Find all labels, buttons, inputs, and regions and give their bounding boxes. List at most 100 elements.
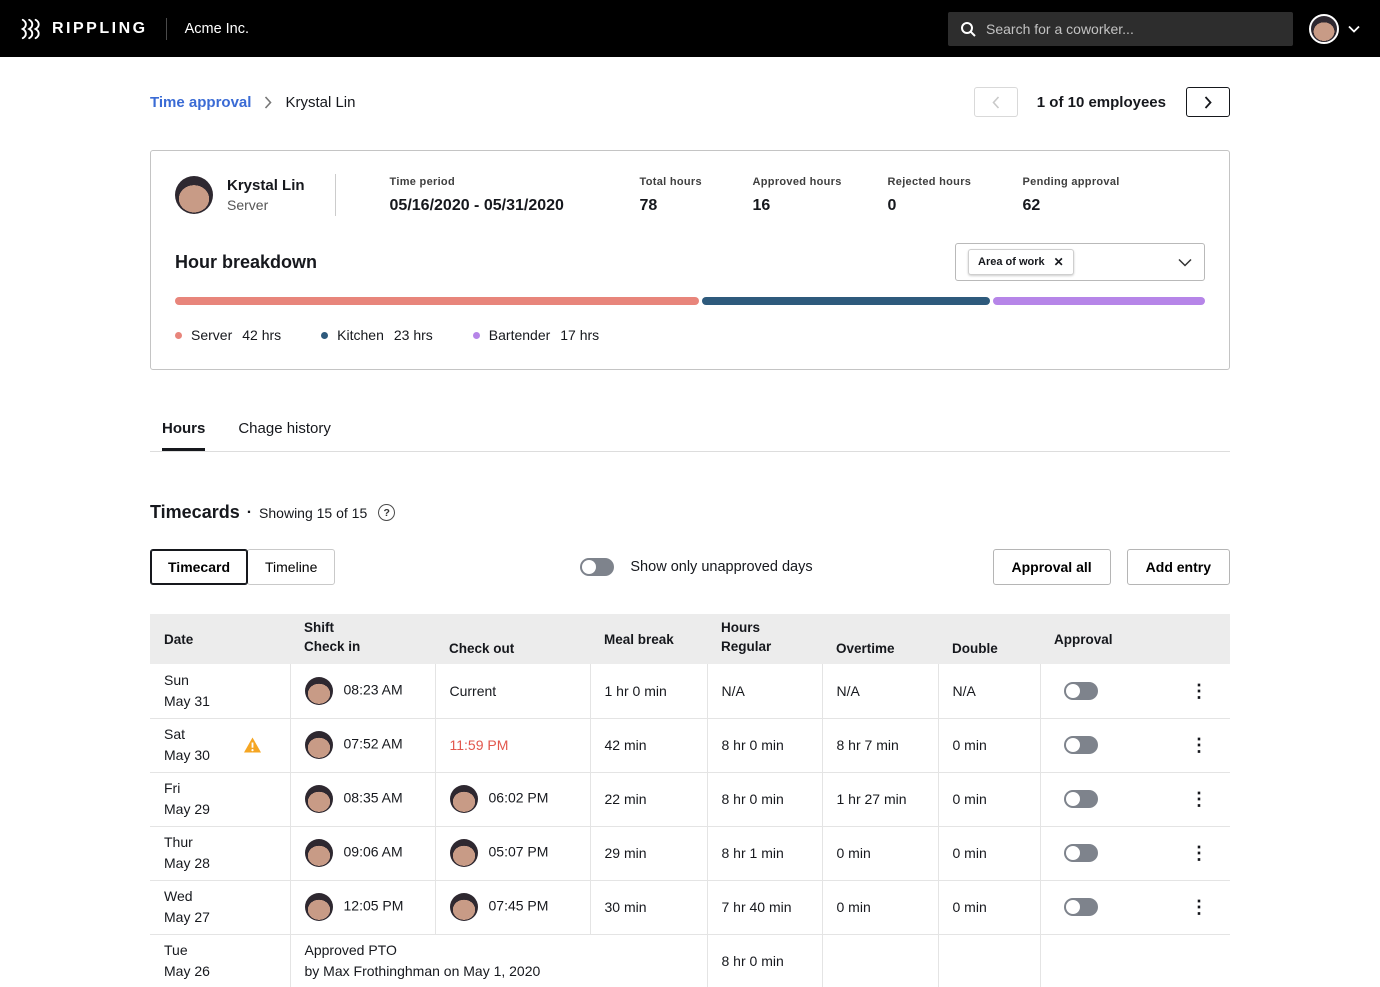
tab-bar: Hours Chage history [150,420,1230,452]
add-entry-button[interactable]: Add entry [1127,549,1230,585]
double-cell: 0 min [938,772,1040,826]
brand: RIPPLING [20,18,148,40]
overtime-cell: 0 min [822,826,938,880]
chevron-down-icon[interactable] [1178,258,1192,267]
meal-break-cell: 30 min [590,880,707,934]
prev-employee-button[interactable] [974,87,1018,117]
user-avatar[interactable] [1309,14,1339,44]
unapproved-days-toggle[interactable] [580,558,614,576]
timecards-showing: Showing 15 of 15 [259,505,367,521]
approval-toggle[interactable] [1064,682,1098,700]
approval-cell [1040,934,1230,987]
regular-hours-cell: 8 hr 1 min [707,826,822,880]
header-hours-regular: Hours Regular [707,614,822,664]
employee-pager: 1 of 10 employees [974,87,1230,117]
topbar-divider [166,18,167,40]
breadcrumb-link-time-approval[interactable]: Time approval [150,94,251,111]
header-overtime: Overtime [822,614,938,664]
employee-avatar [175,176,213,214]
close-icon[interactable]: ✕ [1054,256,1064,268]
check-in-cell: 08:35 AM [290,772,435,826]
avatar [450,839,478,867]
stat-rejected-hours: Rejected hours 0 [888,176,1023,215]
kebab-menu-icon[interactable]: ⋮ [1190,898,1208,916]
profile-row: Krystal Lin Server Time period 05/16/202… [175,171,1205,219]
tab-hours[interactable]: Hours [162,420,205,451]
company-name: Acme Inc. [185,21,249,37]
check-out-cell: Current [435,664,590,718]
date-cell: Thur May 28 [150,826,290,880]
summary-stats: Time period 05/16/2020 - 05/31/2020 Tota… [390,176,1205,215]
next-employee-button[interactable] [1186,87,1230,117]
kebab-menu-icon[interactable]: ⋮ [1190,682,1208,700]
bar-legend: Server 42 hrs Kitchen 23 hrs Bartender 1… [175,327,1205,343]
warning-icon[interactable] [243,737,262,754]
double-cell: 0 min [938,880,1040,934]
date-cell: Fri May 29 [150,772,290,826]
regular-hours-cell: 7 hr 40 min [707,880,822,934]
legend-item-bartender: Bartender 17 hrs [473,327,599,343]
timecards-controls: Timecard Timeline Show only unapproved d… [150,549,1230,585]
table-row: Sat May 30 07:52 AM 11:59 PM 42 min 8 hr… [150,718,1230,772]
help-icon[interactable]: ? [378,504,395,521]
approval-toggle[interactable] [1064,790,1098,808]
area-of-work-chip[interactable]: Area of work ✕ [968,249,1074,275]
avatar [305,677,333,705]
approval-all-button[interactable]: Approval all [993,549,1111,585]
table-row: Wed May 27 12:05 PM 07:45 PM 30 min 7 hr… [150,880,1230,934]
check-out-cell: 05:07 PM [435,826,590,880]
approval-toggle[interactable] [1064,898,1098,916]
table-row: Tue May 26 Approved PTO by Max Frothingh… [150,934,1230,987]
regular-hours-cell: 8 hr 0 min [707,718,822,772]
double-cell: 0 min [938,826,1040,880]
double-cell: N/A [938,664,1040,718]
overtime-cell: 0 min [822,880,938,934]
account-menu[interactable] [1309,14,1360,44]
regular-hours-cell: 8 hr 0 min [707,934,822,987]
hours-stacked-bar [175,297,1205,305]
overtime-cell [822,934,938,987]
view-toggle-timeline[interactable]: Timeline [247,549,335,585]
kebab-menu-icon[interactable]: ⋮ [1190,736,1208,754]
unapproved-days-toggle-label: Show only unapproved days [630,559,812,575]
header-double: Double [938,614,1040,664]
coworker-search[interactable] [948,12,1293,46]
view-toggle-timecard[interactable]: Timecard [150,549,248,585]
topbar: RIPPLING Acme Inc. [0,0,1380,57]
breadcrumb-current: Krystal Lin [285,94,355,111]
meal-break-cell: 1 hr 0 min [590,664,707,718]
date-cell: Wed May 27 [150,880,290,934]
check-in-cell: 07:52 AM [290,718,435,772]
employee-summary-card: Krystal Lin Server Time period 05/16/202… [150,150,1230,370]
employee-name: Krystal Lin [227,177,305,194]
kebab-menu-icon[interactable]: ⋮ [1190,790,1208,808]
kebab-menu-icon[interactable]: ⋮ [1190,844,1208,862]
meal-break-cell: 29 min [590,826,707,880]
hour-breakdown-title: Hour breakdown [175,252,317,273]
legend-dot [175,332,182,339]
regular-hours-cell: N/A [707,664,822,718]
approval-cell: ⋮ [1040,772,1230,826]
approval-toggle[interactable] [1064,736,1098,754]
employee-role: Server [227,197,305,213]
check-in-cell: 09:06 AM [290,826,435,880]
double-cell [938,934,1040,987]
overtime-cell: 1 hr 27 min [822,772,938,826]
area-of-work-dropdown[interactable]: Area of work ✕ [955,243,1205,281]
tab-change-history[interactable]: Chage history [238,420,331,451]
date-cell: Tue May 26 [150,934,290,987]
stat-time-period: Time period 05/16/2020 - 05/31/2020 [390,176,640,215]
timecards-header: Timecards · Showing 15 of 15 ? [150,502,1230,523]
header-shift-check-in: Shift Check in [290,614,435,664]
meal-break-cell: 42 min [590,718,707,772]
chevron-down-icon[interactable] [1348,25,1360,33]
avatar [450,893,478,921]
date-cell: Sun May 31 [150,664,290,718]
approval-toggle[interactable] [1064,844,1098,862]
time-approval-page: RIPPLING Acme Inc. Time approval Krystal… [0,0,1380,987]
approval-cell: ⋮ [1040,718,1230,772]
check-out-cell: 11:59 PM [435,718,590,772]
search-input[interactable] [986,21,1281,37]
brand-name: RIPPLING [52,20,148,38]
avatar [305,839,333,867]
